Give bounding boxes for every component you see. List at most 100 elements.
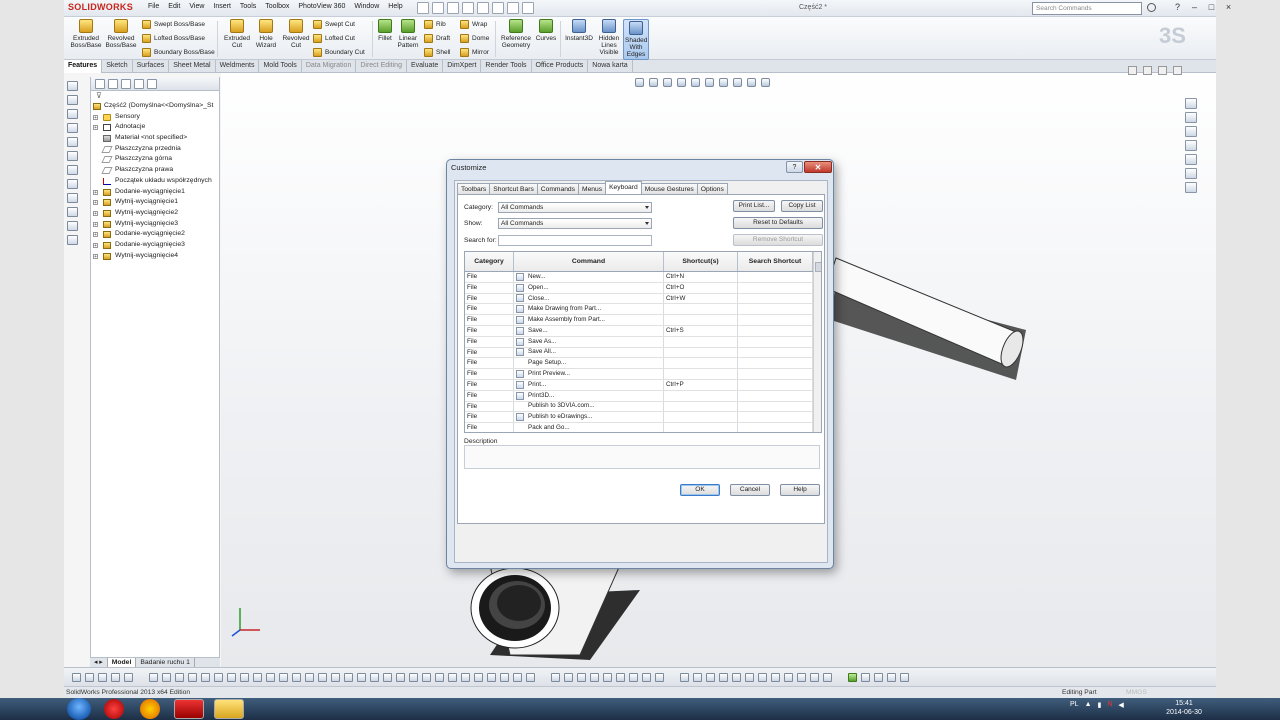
- tree-item[interactable]: + Wytnij-wyciągnięcie4: [91, 251, 219, 262]
- table-row[interactable]: File Publish to eDrawings...: [465, 412, 821, 424]
- toolbar-icon[interactable]: [590, 672, 599, 682]
- toolbar-icon[interactable]: [719, 672, 728, 682]
- table-row[interactable]: File Print Preview...: [465, 369, 821, 380]
- spline-tool-icon[interactable]: [67, 165, 78, 175]
- filter-icon[interactable]: ⊽: [91, 91, 219, 101]
- expand-icon[interactable]: +: [93, 232, 98, 238]
- tree-item[interactable]: Płaszczyzna górna: [91, 154, 219, 165]
- tab-nowa-karta[interactable]: Nowa karta: [588, 60, 633, 73]
- start-button[interactable]: [67, 698, 91, 720]
- toolbar-icon[interactable]: [810, 672, 819, 682]
- cell-shortcut[interactable]: Ctrl+O: [664, 282, 738, 293]
- tree-item[interactable]: Materiał <not specified>: [91, 133, 219, 144]
- table-row[interactable]: File Page Setup...: [465, 358, 821, 370]
- expand-icon[interactable]: +: [93, 242, 98, 248]
- cell-search-shortcut[interactable]: [738, 315, 813, 325]
- search-for-input[interactable]: [498, 235, 652, 246]
- custom-properties-icon[interactable]: [1185, 168, 1197, 179]
- property-manager-tab-icon[interactable]: [108, 79, 118, 89]
- table-row[interactable]: File Make Drawing from Part...: [465, 304, 821, 316]
- tab-mold-tools[interactable]: Mold Tools: [259, 60, 302, 73]
- toolbar-icon[interactable]: [435, 672, 444, 682]
- toolbar-icon[interactable]: [318, 672, 327, 682]
- toolbar-icon[interactable]: [279, 672, 288, 682]
- toolbar-icon[interactable]: [745, 672, 754, 682]
- toolbar-icon[interactable]: [370, 672, 379, 682]
- tab-sketch[interactable]: Sketch: [102, 60, 133, 73]
- search-commands-input[interactable]: Search Commands: [1032, 2, 1142, 15]
- help-button[interactable]: Help: [780, 484, 820, 496]
- solidworks-resources-icon[interactable]: [1185, 98, 1197, 109]
- toolbar-icon[interactable]: [214, 672, 223, 682]
- tree-item[interactable]: + Sensory: [91, 112, 219, 123]
- tab-model[interactable]: Model: [107, 658, 137, 667]
- solidworks-logo[interactable]: SOLIDWORKS: [68, 2, 133, 12]
- column-search-shortcut[interactable]: Search Shortcut: [738, 252, 813, 271]
- print-icon[interactable]: [462, 2, 474, 14]
- tray-arrow-icon[interactable]: ▲: [1085, 701, 1092, 709]
- toolbar-icon[interactable]: [188, 672, 197, 682]
- tab-render-tools[interactable]: Render Tools: [481, 60, 532, 73]
- cell-search-shortcut[interactable]: [738, 423, 813, 432]
- cell-search-shortcut[interactable]: [738, 358, 813, 369]
- clock[interactable]: 15:41 2014-06-30: [1164, 699, 1204, 717]
- cell-search-shortcut[interactable]: [738, 369, 813, 379]
- cell-search-shortcut[interactable]: [738, 336, 813, 347]
- toolbar-icon[interactable]: [111, 672, 120, 682]
- rectangle-tool-icon[interactable]: [67, 123, 78, 133]
- toolbar-icon[interactable]: [758, 672, 767, 682]
- expand-icon[interactable]: +: [93, 221, 98, 227]
- toolbar-icon[interactable]: [642, 672, 651, 682]
- opera-icon[interactable]: [104, 699, 124, 719]
- section-view-icon[interactable]: [677, 78, 686, 87]
- revolved-boss-button[interactable]: Revolved Boss/Base: [105, 19, 137, 49]
- cell-search-shortcut[interactable]: [738, 412, 813, 423]
- toolbar-icon[interactable]: [124, 672, 133, 682]
- cell-shortcut[interactable]: [664, 423, 738, 432]
- cell-search-shortcut[interactable]: [738, 347, 813, 358]
- zoom-area-icon[interactable]: [649, 78, 658, 87]
- cell-search-shortcut[interactable]: [738, 272, 813, 282]
- tree-item[interactable]: + Dodanie-wyciągnięcie1: [91, 187, 219, 198]
- dialog-close-button[interactable]: ✕: [804, 161, 832, 173]
- select-icon[interactable]: [492, 2, 504, 14]
- table-row[interactable]: File New... Ctrl+N: [465, 272, 821, 283]
- table-row[interactable]: File Save As...: [465, 336, 821, 348]
- sun-app-icon[interactable]: [140, 699, 160, 719]
- menu-edit[interactable]: Edit: [168, 3, 180, 10]
- toolbar-icon[interactable]: [396, 672, 405, 682]
- scrollbar-thumb[interactable]: [815, 262, 821, 272]
- linear-sketch-pattern-icon[interactable]: [67, 235, 78, 245]
- tab-mouse-gestures[interactable]: Mouse Gestures: [640, 183, 698, 194]
- extruded-cut-button[interactable]: Extruded Cut: [222, 19, 252, 49]
- dome-button[interactable]: Dome: [460, 34, 489, 43]
- cell-shortcut[interactable]: [664, 347, 738, 358]
- toolbar-icon[interactable]: [732, 672, 741, 682]
- hidden-lines-visible-button[interactable]: Hidden Lines Visible: [596, 19, 622, 56]
- tree-root-part[interactable]: Część2 (Domyślna<<Domyślna>_St: [91, 101, 219, 112]
- tree-item[interactable]: Płaszczyzna prawa: [91, 165, 219, 176]
- unit-system[interactable]: MMGS: [1126, 689, 1147, 696]
- cell-shortcut[interactable]: Ctrl+S: [664, 325, 738, 336]
- play-icon[interactable]: [848, 672, 857, 682]
- toolbar-icon[interactable]: [616, 672, 625, 682]
- tree-item[interactable]: + Wytnij-wyciągnięcie1: [91, 197, 219, 208]
- table-row[interactable]: File Print... Ctrl+P: [465, 379, 821, 391]
- shaded-with-edges-button[interactable]: Shaded With Edges: [623, 19, 649, 60]
- smart-dimension-icon[interactable]: [67, 95, 78, 105]
- menu-tools[interactable]: Tools: [240, 3, 256, 10]
- previous-view-icon[interactable]: [663, 78, 672, 87]
- viewport-tile-icon[interactable]: [1143, 66, 1152, 75]
- toolbar-icon[interactable]: [331, 672, 340, 682]
- instant3d-button[interactable]: Instant3D: [563, 19, 595, 42]
- toolbar-icon[interactable]: [487, 672, 496, 682]
- toolbar-icon[interactable]: [422, 672, 431, 682]
- table-row[interactable]: File Make Assembly from Part...: [465, 315, 821, 326]
- toolbar-icon[interactable]: [823, 672, 832, 682]
- tab-sheet-metal[interactable]: Sheet Metal: [169, 60, 216, 73]
- toolbar-icon[interactable]: [900, 672, 909, 682]
- cell-search-shortcut[interactable]: [738, 304, 813, 315]
- swept-boss-button[interactable]: Swept Boss/Base: [142, 20, 205, 29]
- toolbar-icon[interactable]: [409, 672, 418, 682]
- menu-file[interactable]: File: [148, 3, 159, 10]
